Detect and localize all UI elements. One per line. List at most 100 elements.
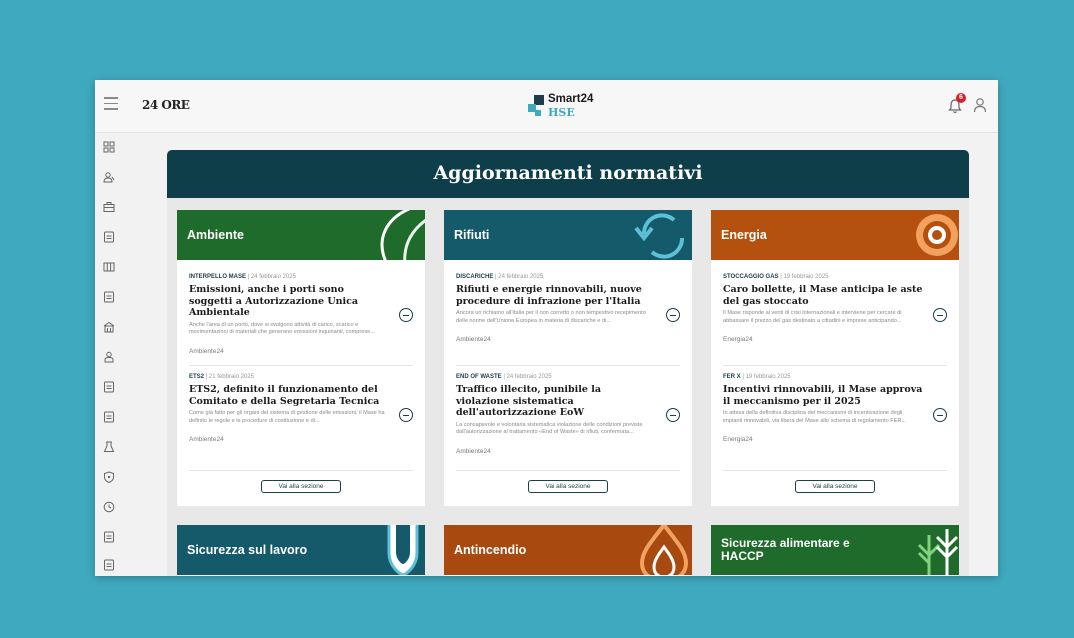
expand-icon[interactable] — [399, 308, 413, 322]
article-source: Ambiente24 — [189, 347, 224, 355]
shield-icon[interactable] — [103, 471, 115, 483]
user-icon[interactable] — [973, 97, 987, 113]
divider — [723, 365, 947, 366]
card-sicurezza-lavoro: Sicurezza sul lavoro — [177, 525, 425, 576]
article-excerpt: Ancora un richiamo all'Italia per il non… — [456, 310, 646, 324]
building-icon[interactable] — [103, 321, 115, 333]
top-bar: 24 ORE Smart24 HSE 6 — [95, 80, 998, 133]
article-tag: DISCARICHE — [456, 274, 494, 280]
article-title[interactable]: Incentivi rinnovabili, il Mase approva i… — [723, 384, 923, 407]
expand-icon[interactable] — [933, 308, 947, 322]
card-header[interactable]: Rifiuti — [444, 210, 692, 260]
article-title[interactable]: Emissioni, anche i porti sono soggetti a… — [189, 284, 389, 319]
article-meta: FER X | 19 febbraio 2025 — [723, 374, 791, 380]
sidebar — [95, 134, 123, 576]
article[interactable]: STOCCAGGIO GAS | 19 febbraio 2025 Caro b… — [723, 274, 947, 343]
notification-badge: 6 — [956, 93, 966, 103]
section-button[interactable]: Vai alla sezione — [528, 480, 608, 493]
document-icon[interactable] — [103, 291, 115, 303]
article[interactable]: DISCARICHE | 24 febbraio 2025 Rifiuti e … — [456, 274, 680, 343]
brand-name: Smart24 — [548, 93, 594, 105]
article-date: 24 febbraio 2025 — [250, 274, 296, 280]
section-button[interactable]: Vai alla sezione — [261, 480, 341, 493]
card-title: Rifiuti — [454, 228, 490, 242]
menu-icon[interactable] — [104, 97, 118, 111]
article-tag: ETS2 — [189, 374, 205, 380]
columns-icon[interactable] — [103, 261, 115, 273]
divider — [189, 365, 413, 366]
power-ring-icon — [916, 214, 958, 256]
article-excerpt: Il Mase risponde ai venti di crisi inter… — [723, 310, 902, 324]
users-icon[interactable] — [103, 171, 115, 183]
card-title: Sicurezza alimentare e HACCP — [721, 536, 850, 563]
article-tag: FER X — [723, 374, 741, 380]
document-icon[interactable] — [103, 231, 115, 243]
card-antincendio: Antincendio — [444, 525, 692, 576]
card-title: Ambiente — [187, 228, 244, 242]
card-title: Energia — [721, 228, 767, 242]
article-date: 21 febbraio 2025 — [208, 374, 254, 380]
card-header[interactable]: Energia — [711, 210, 959, 260]
flame-icon — [639, 525, 689, 575]
article[interactable]: INTERPELLO MASE | 24 febbraio 2025 Emiss… — [189, 274, 413, 355]
card-header[interactable]: Sicurezza alimentare e HACCP — [711, 525, 959, 575]
card-header[interactable]: Antincendio — [444, 525, 692, 575]
article-meta: INTERPELLO MASE | 24 febbraio 2025 — [189, 274, 296, 280]
leaf-icon — [380, 210, 425, 260]
card-title: Sicurezza sul lavoro — [187, 543, 308, 557]
divider — [723, 470, 947, 471]
article[interactable]: ETS2 | 21 febbraio 2025 ETS2, definito i… — [189, 374, 413, 443]
article-source: Ambiente24 — [456, 336, 491, 343]
card-header[interactable]: Sicurezza sul lavoro — [177, 525, 425, 575]
wheat-icon — [917, 529, 959, 575]
divider — [456, 470, 680, 471]
article-excerpt: Anche l'area di un porto, dove si svolgo… — [189, 321, 375, 336]
document-icon[interactable] — [103, 381, 115, 393]
article[interactable]: END OF WASTE | 24 febbraio 2025 Traffico… — [456, 374, 680, 455]
article-meta: STOCCAGGIO GAS | 19 febbraio 2025 — [723, 274, 829, 280]
article-excerpt: In attesa della definitiva disciplina de… — [723, 410, 907, 424]
card-header[interactable]: Ambiente — [177, 210, 425, 260]
briefcase-icon[interactable] — [103, 201, 115, 213]
sole24ore-logo[interactable]: 24 ORE — [142, 98, 190, 112]
article-meta: DISCARICHE | 24 febbraio 2025 — [456, 274, 544, 280]
expand-icon[interactable] — [666, 308, 680, 322]
document-icon[interactable] — [103, 531, 115, 543]
card-rifiuti: Rifiuti DISCARICHE | 24 febbraio 2025 Ri… — [444, 210, 692, 506]
card-ambiente: Ambiente INTERPELLO MASE | 24 febbraio 2… — [177, 210, 425, 506]
expand-icon[interactable] — [666, 408, 680, 422]
article-title[interactable]: Traffico illecito, punibile la violazion… — [456, 384, 656, 419]
article-title[interactable]: Caro bollette, il Mase anticipa le aste … — [723, 284, 923, 307]
brand-mark-icon — [528, 95, 546, 117]
article-meta: ETS2 | 21 febbraio 2025 — [189, 374, 254, 380]
article-tag: END OF WASTE — [456, 374, 502, 380]
brand-sub: HSE — [548, 106, 575, 119]
flask-icon[interactable] — [103, 441, 115, 453]
page-title: Aggiornamenti normativi — [433, 162, 703, 184]
article-source: Ambiente24 — [456, 447, 491, 455]
article[interactable]: FER X | 19 febbraio 2025 Incentivi rinno… — [723, 374, 947, 443]
document-icon[interactable] — [103, 411, 115, 423]
recycle-icon — [634, 213, 685, 259]
article-date: 19 febbraio 2025 — [783, 274, 829, 280]
helmet-shield-icon — [387, 525, 419, 575]
article-meta: END OF WASTE | 24 febbraio 2025 — [456, 374, 552, 380]
article-date: 24 febbraio 2025 — [506, 374, 552, 380]
section-button[interactable]: Vai alla sezione — [795, 480, 875, 493]
divider — [189, 470, 413, 471]
expand-icon[interactable] — [933, 408, 947, 422]
smart24-hse-logo[interactable]: Smart24 HSE — [528, 93, 618, 121]
expand-icon[interactable] — [399, 408, 413, 422]
article-title[interactable]: Rifiuti e energie rinnovabili, nuove pro… — [456, 284, 656, 307]
page-banner: Aggiornamenti normativi — [167, 150, 969, 198]
document-icon[interactable] — [103, 559, 115, 571]
clock-icon[interactable] — [103, 501, 115, 513]
card-sicurezza-alimentare: Sicurezza alimentare e HACCP — [711, 525, 959, 576]
person-icon[interactable] — [103, 351, 115, 363]
article-source: Energia24 — [723, 336, 753, 343]
grid-icon[interactable] — [103, 141, 115, 153]
card-energia: Energia STOCCAGGIO GAS | 19 febbraio 202… — [711, 210, 959, 506]
article-excerpt: La consapevole e volontaria sistematica … — [456, 421, 643, 436]
article-title[interactable]: ETS2, definito il funzionamento del Comi… — [189, 384, 389, 407]
article-date: 24 febbraio 2025 — [498, 274, 544, 280]
